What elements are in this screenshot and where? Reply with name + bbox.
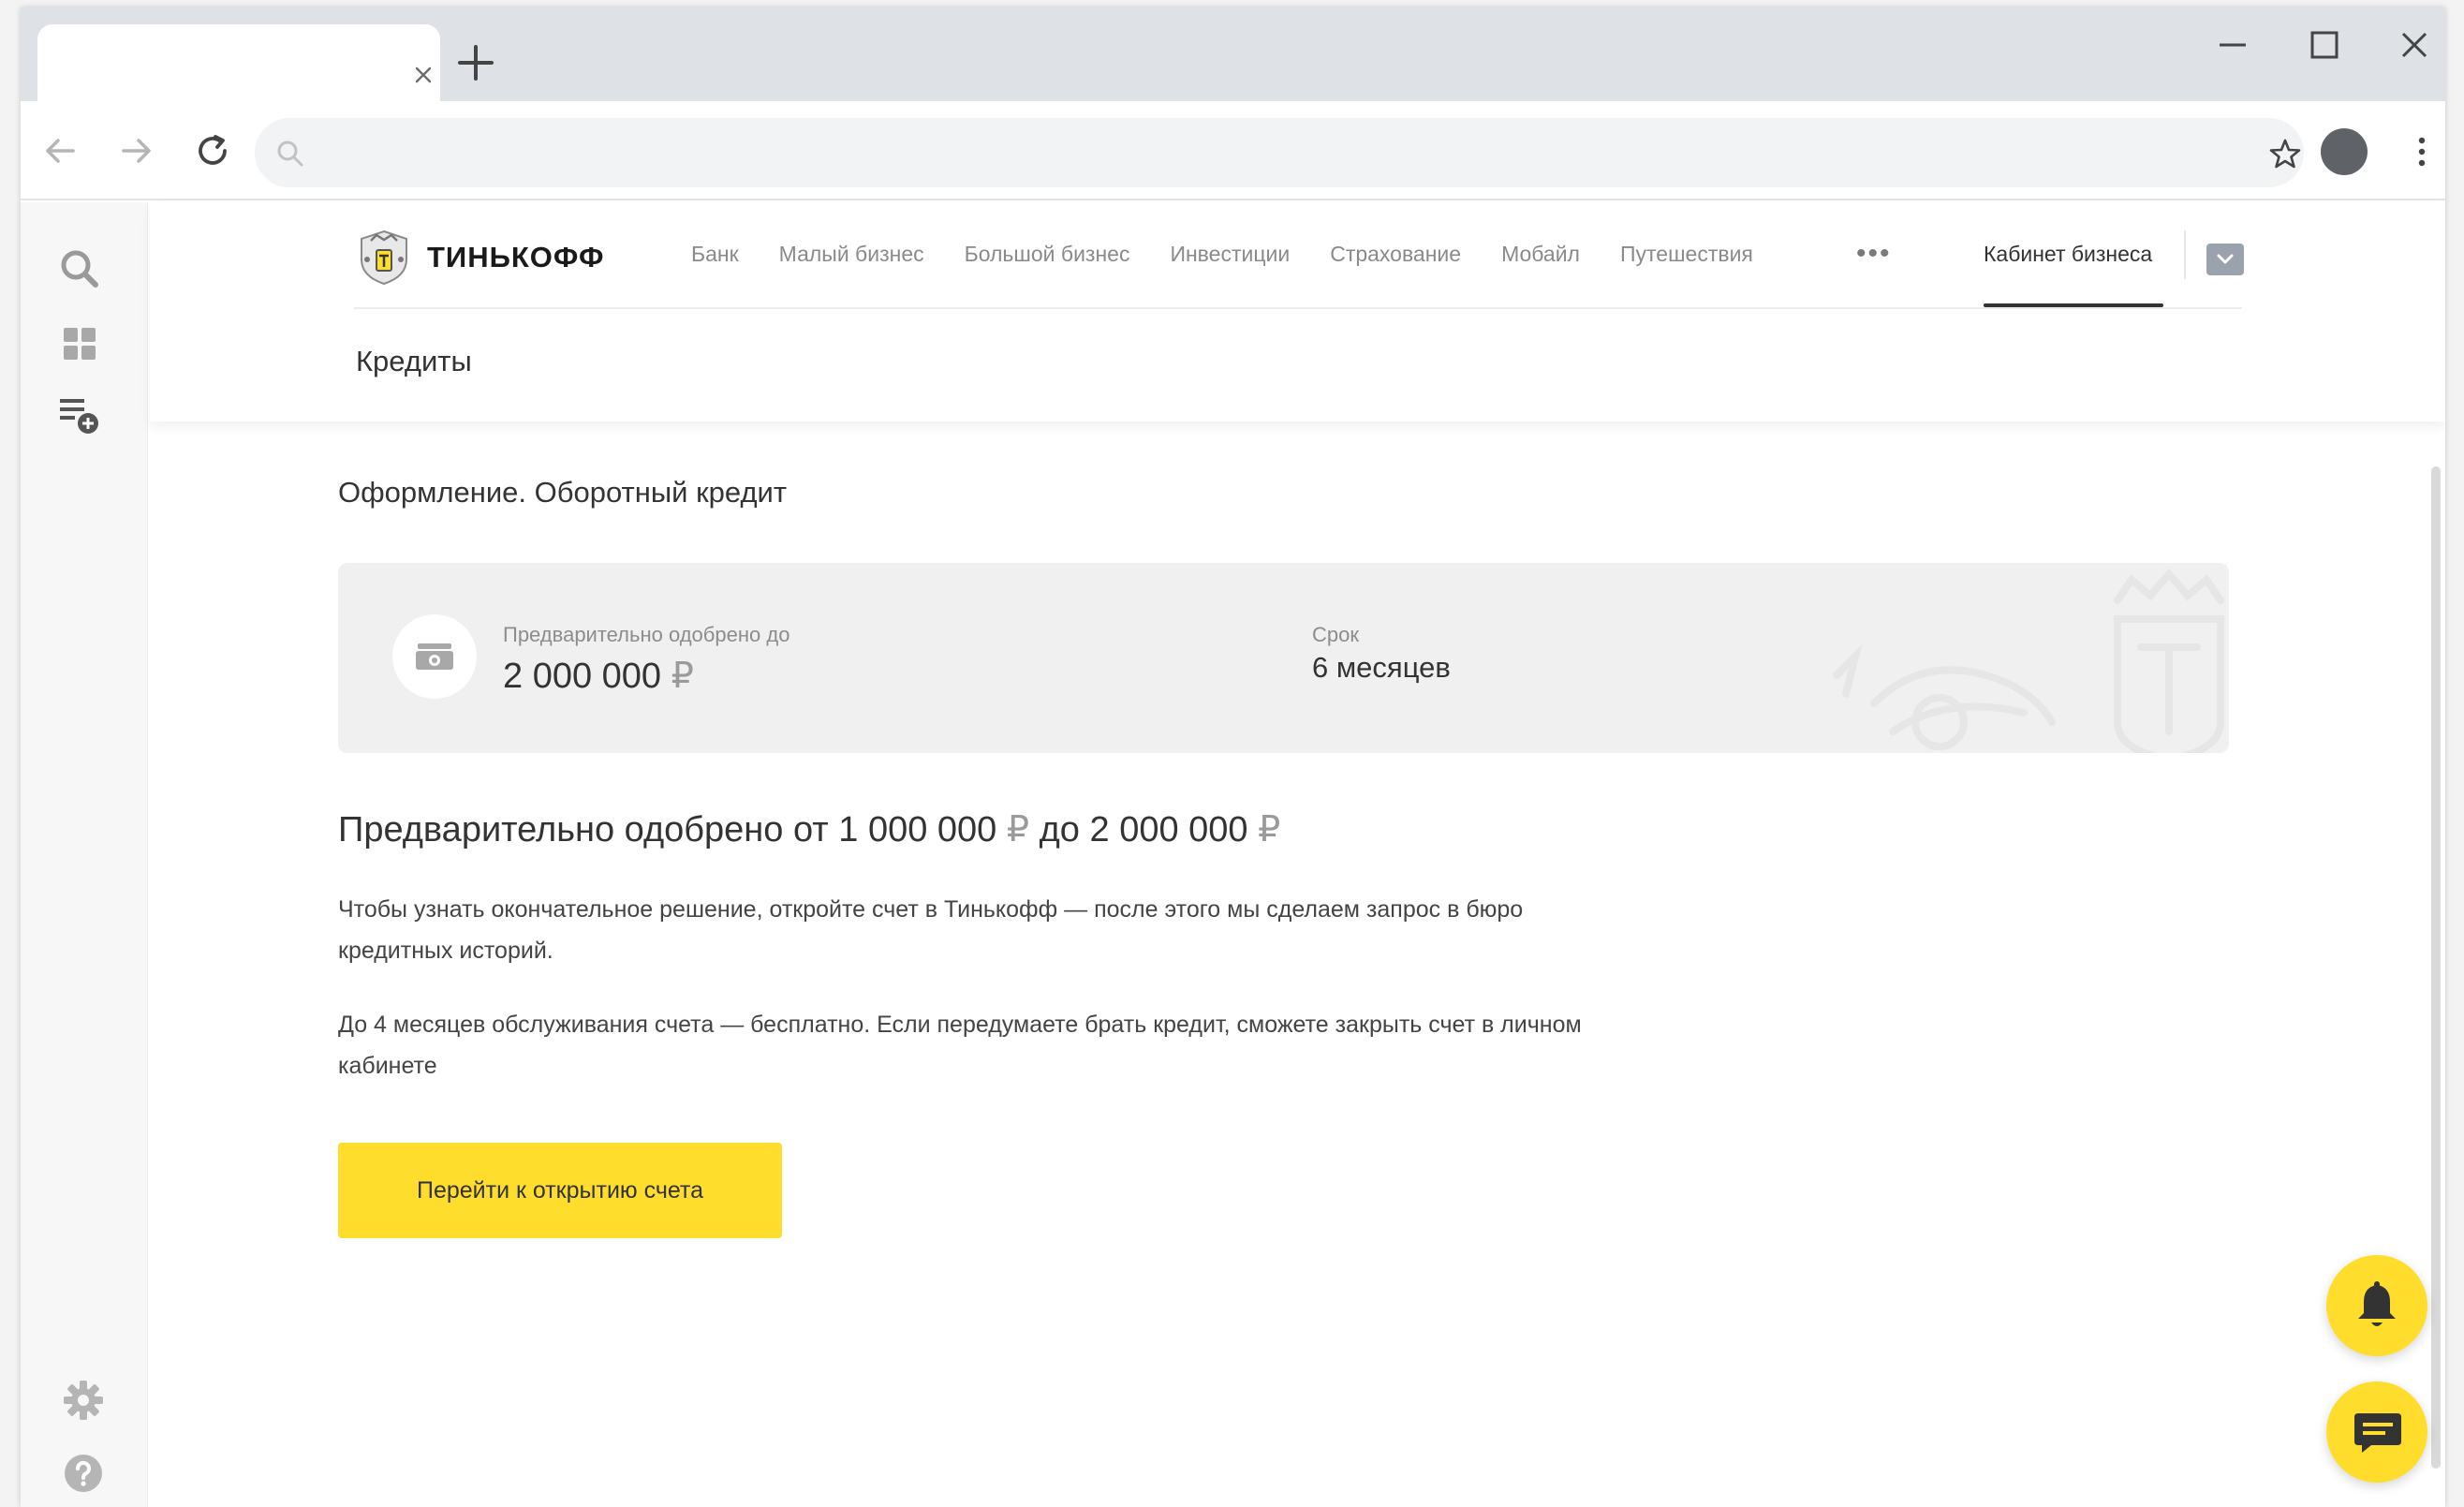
bookmark-star-icon[interactable]: [2268, 137, 2302, 170]
money-icon: [416, 643, 453, 670]
browser-tab[interactable]: [37, 24, 440, 101]
tab-strip: [21, 7, 2445, 101]
page-title: Оформление. Оборотный кредит: [338, 476, 788, 509]
nav-mobile[interactable]: Мобайл: [1501, 242, 1580, 267]
nav-bank[interactable]: Банк: [691, 242, 739, 267]
forward-icon[interactable]: [114, 129, 157, 172]
close-window-icon[interactable]: [2396, 26, 2433, 64]
business-cabinet-link[interactable]: Кабинет бизнеса: [1984, 242, 2152, 267]
close-tab-icon[interactable]: [410, 62, 436, 88]
page-content: ТИНЬКОФФ Банк Малый бизнес Большой бизне…: [150, 202, 2445, 1507]
term-value: 6 месяцев: [1312, 651, 1451, 684]
search-icon: [277, 140, 303, 167]
nav-more-button[interactable]: •••: [1856, 238, 1892, 270]
open-account-button[interactable]: Перейти к открытию счета: [338, 1143, 782, 1238]
page-scrollbar[interactable]: [2431, 466, 2441, 1469]
nav-insurance[interactable]: Страхование: [1330, 242, 1461, 267]
approved-range-heading: Предварительно одобрено от 1 000 000 ₽ д…: [338, 808, 1280, 850]
info-paragraph-free-service: До 4 месяцев обслуживания счета — беспла…: [338, 1012, 1582, 1079]
currency-symbol: ₽: [671, 657, 694, 696]
chat-button[interactable]: [2326, 1381, 2427, 1483]
nav-large-business[interactable]: Большой бизнес: [965, 242, 1130, 267]
add-list-icon[interactable]: [56, 392, 103, 438]
brand-name: ТИНЬКОФФ: [427, 241, 605, 273]
chat-icon: [2354, 1413, 2401, 1453]
tinkoff-logo[interactable]: ТИНЬКОФФ: [354, 227, 604, 288]
maximize-icon[interactable]: [2306, 26, 2343, 64]
app-sidebar: [21, 202, 148, 1507]
tinkoff-emblem-icon: [361, 229, 407, 286]
term-label: Срок: [1312, 623, 1359, 646]
profile-avatar[interactable]: [2321, 128, 2368, 175]
currency-symbol: ₽: [1006, 810, 1030, 850]
notifications-button[interactable]: [2326, 1255, 2427, 1356]
approved-range-from: 1 000 000: [838, 810, 997, 850]
nav-small-business[interactable]: Малый бизнес: [779, 242, 924, 267]
address-bar[interactable]: [255, 118, 2304, 187]
approved-range-prefix: Предварительно одобрено от: [338, 810, 829, 850]
approved-range-mid: до: [1039, 810, 1080, 850]
site-header: ТИНЬКОФФ Банк Малый бизнес Большой бизне…: [150, 202, 2445, 421]
cabinet-dropdown-button[interactable]: [2206, 244, 2244, 275]
browser-toolbar: [21, 101, 2445, 200]
minimize-icon[interactable]: [2214, 26, 2251, 64]
divider: [2184, 230, 2186, 279]
chevron-down-icon: [2217, 254, 2234, 264]
section-title[interactable]: Кредиты: [356, 345, 472, 378]
approved-amount: 2 000 000: [503, 657, 662, 696]
new-tab-icon[interactable]: [454, 41, 497, 84]
approved-limit-value: 2 000 000 ₽: [503, 655, 694, 697]
main-nav: Банк Малый бизнес Большой бизнес Инвести…: [691, 242, 1753, 267]
credit-offer-card: Предварительно одобрено до 2 000 000 ₽ С…: [338, 563, 2229, 753]
emblem-watermark-icon: [1833, 568, 2224, 753]
currency-symbol: ₽: [1258, 810, 1281, 850]
browser-menu-icon[interactable]: [2412, 133, 2431, 170]
reload-icon[interactable]: [191, 129, 234, 172]
info-paragraph-decision: Чтобы узнать окончательное решение, откр…: [338, 896, 1524, 964]
nav-investments[interactable]: Инвестиции: [1170, 242, 1290, 267]
header-divider: [354, 307, 2242, 309]
browser-window: ТИНЬКОФФ Банк Малый бизнес Большой бизне…: [21, 7, 2445, 1507]
approved-range-to: 2 000 000: [1089, 810, 1248, 850]
grid-icon[interactable]: [56, 320, 103, 367]
approved-limit-label: Предварительно одобрено до: [503, 623, 790, 646]
bell-icon: [2358, 1281, 2396, 1326]
money-icon-badge: [392, 614, 477, 699]
gear-icon[interactable]: [60, 1377, 107, 1424]
help-icon[interactable]: [60, 1450, 107, 1497]
nav-travel[interactable]: Путешествия: [1620, 242, 1753, 267]
back-icon[interactable]: [39, 129, 82, 172]
search-icon[interactable]: [56, 245, 103, 292]
